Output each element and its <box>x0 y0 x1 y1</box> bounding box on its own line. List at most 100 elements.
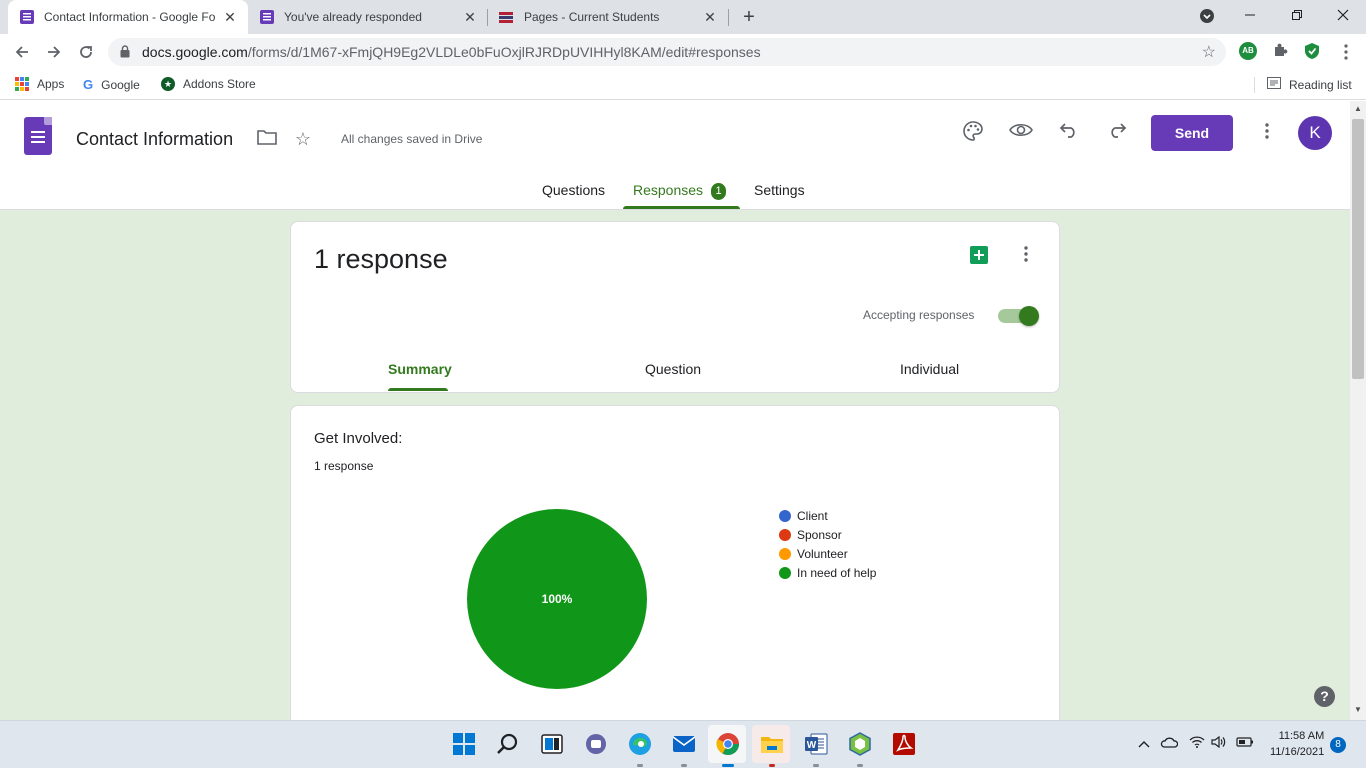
back-arrow-icon[interactable] <box>10 40 34 64</box>
shield-check-icon[interactable] <box>1303 42 1321 60</box>
clock-time: 11:58 AM <box>1278 730 1325 742</box>
minimize-icon[interactable] <box>1238 4 1262 28</box>
bookmark-star-icon[interactable]: ☆ <box>1202 42 1216 62</box>
running-indicator <box>857 764 863 767</box>
close-tab-icon[interactable]: ✕ <box>462 9 478 25</box>
active-indicator <box>722 764 734 767</box>
tab-responses[interactable]: Responses 1 <box>633 182 727 200</box>
browser-menu-icon[interactable] <box>1334 40 1358 64</box>
legend-dot <box>779 547 791 560</box>
subtab-summary[interactable]: Summary <box>388 361 452 377</box>
folder-icon[interactable] <box>255 127 279 151</box>
undo-icon[interactable] <box>1057 120 1081 144</box>
browser-tab-forms[interactable]: Contact Information - Google Fo ✕ <box>8 0 248 34</box>
more-options-icon[interactable] <box>1255 121 1279 145</box>
legend-dot <box>779 528 791 541</box>
reload-icon[interactable] <box>74 40 98 64</box>
forms-header: Contact Information ☆ All changes saved … <box>0 101 1350 210</box>
bookmark-google[interactable]: G Google <box>83 77 140 92</box>
bookmark-label: Addons Store <box>183 77 256 91</box>
legend-dot <box>779 509 791 522</box>
forms-favicon-icon <box>260 10 274 24</box>
subtab-question[interactable]: Question <box>645 361 701 377</box>
toggle-knob <box>1019 306 1039 326</box>
accepting-responses-toggle[interactable] <box>998 306 1039 326</box>
acrobat-icon[interactable] <box>891 731 917 757</box>
redo-icon[interactable] <box>1105 120 1129 144</box>
word-icon[interactable]: W <box>803 731 829 757</box>
puzzle-icon[interactable] <box>1271 42 1289 60</box>
windows-taskbar: W 11:58 AM 11/16/2021 8 <box>0 720 1366 768</box>
tab-separator <box>728 9 729 26</box>
notification-count-badge[interactable]: 8 <box>1330 737 1346 753</box>
page-scrollbar[interactable]: ▲ ▼ <box>1350 101 1366 720</box>
scroll-down-arrow-icon[interactable]: ▼ <box>1354 705 1362 714</box>
question-title: Get Involved: <box>314 430 403 447</box>
wifi-icon[interactable] <box>1189 735 1205 751</box>
avatar[interactable]: K <box>1298 116 1332 150</box>
search-icon[interactable] <box>495 731 521 757</box>
forward-arrow-icon[interactable] <box>42 40 66 64</box>
responses-more-icon[interactable] <box>1024 246 1028 265</box>
active-tab-indicator <box>623 206 740 209</box>
tab-search-icon[interactable] <box>1195 4 1219 28</box>
teams-chat-icon[interactable] <box>583 731 609 757</box>
new-tab-button[interactable]: + <box>738 6 760 28</box>
responses-count-badge: 1 <box>711 183 727 200</box>
tab-questions[interactable]: Questions <box>542 182 605 198</box>
tab-title: Contact Information - Google Fo <box>44 10 216 24</box>
restore-icon[interactable] <box>1285 4 1309 28</box>
close-tab-icon[interactable]: ✕ <box>702 9 718 25</box>
running-indicator <box>637 764 643 767</box>
responses-card: 1 response Accepting responses Summary Q… <box>290 221 1060 393</box>
task-view-icon[interactable] <box>539 731 565 757</box>
save-status: All changes saved in Drive <box>341 132 483 146</box>
svg-text:W: W <box>807 740 817 751</box>
google-logo-icon: G <box>83 77 94 92</box>
taskbar-clock[interactable]: 11:58 AM 11/16/2021 <box>1270 728 1324 760</box>
reading-list-button[interactable]: Reading list <box>1267 77 1352 92</box>
adblock-icon[interactable]: AB <box>1239 42 1257 60</box>
tab-settings[interactable]: Settings <box>754 182 805 198</box>
subtab-individual[interactable]: Individual <box>900 361 959 377</box>
google-forms-logo-icon[interactable] <box>24 117 52 155</box>
scroll-thumb[interactable] <box>1352 119 1364 379</box>
send-button[interactable]: Send <box>1151 115 1233 151</box>
edge-browser-icon[interactable] <box>627 731 653 757</box>
file-explorer-icon[interactable] <box>759 731 785 757</box>
windows-start-icon[interactable] <box>451 731 477 757</box>
tab-title: Pages - Current Students <box>524 10 660 24</box>
star-icon[interactable]: ☆ <box>291 127 315 151</box>
bookmark-label: Google <box>101 77 140 92</box>
url-path: /forms/d/1M67-xFmjQH9Eg2VLDLe0bFuOxjlRJR… <box>247 44 761 60</box>
bookmark-apps[interactable]: Apps <box>15 77 64 91</box>
palette-icon[interactable] <box>961 120 985 144</box>
app-hexagon-icon[interactable] <box>847 731 873 757</box>
tab-responses-label: Responses <box>633 182 704 198</box>
lock-icon <box>120 45 130 58</box>
close-tab-icon[interactable]: ✕ <box>222 9 238 25</box>
bookmark-addons-store[interactable]: ★ Addons Store <box>161 77 256 91</box>
reading-list-icon <box>1267 77 1281 92</box>
browser-tab-responded[interactable]: You've already responded ✕ <box>248 0 488 34</box>
close-window-icon[interactable] <box>1331 4 1355 28</box>
onedrive-cloud-icon[interactable] <box>1160 735 1179 751</box>
scroll-up-arrow-icon[interactable]: ▲ <box>1354 104 1362 113</box>
preview-eye-icon[interactable] <box>1009 120 1033 144</box>
chrome-icon[interactable] <box>715 731 741 757</box>
url-text: docs.google.com/forms/d/1M67-xFmjQH9Eg2V… <box>142 44 761 60</box>
help-icon[interactable]: ? <box>1314 686 1335 707</box>
form-title[interactable]: Contact Information <box>76 129 233 150</box>
show-hidden-icons-icon[interactable] <box>1138 735 1150 751</box>
tab-title: You've already responded <box>284 10 422 24</box>
running-indicator <box>681 764 687 767</box>
legend-label: Sponsor <box>797 527 842 542</box>
browser-tab-pages[interactable]: Pages - Current Students ✕ <box>488 0 728 34</box>
volume-icon[interactable] <box>1211 735 1227 751</box>
bookmark-label: Apps <box>37 77 65 91</box>
sheets-icon[interactable] <box>970 246 988 264</box>
mail-icon[interactable] <box>671 731 697 757</box>
legend-label: Volunteer <box>797 546 848 561</box>
battery-icon[interactable] <box>1236 735 1254 751</box>
address-bar[interactable]: docs.google.com/forms/d/1M67-xFmjQH9Eg2V… <box>108 38 1226 66</box>
